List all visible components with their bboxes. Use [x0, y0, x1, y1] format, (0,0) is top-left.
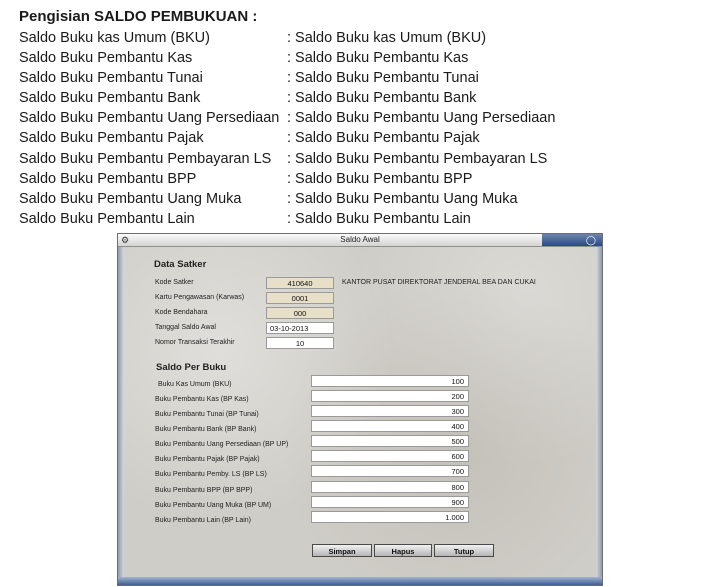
saldo-bp-bpp-input[interactable]: 800 [311, 481, 469, 493]
doc-row-label: Saldo Buku Pembantu Uang Persediaan [19, 110, 280, 127]
doc-row: Saldo Buku Pembantu Pembayaran LS : Sald… [19, 149, 699, 169]
doc-row-label: Saldo Buku Pembantu Uang Muka [19, 190, 242, 207]
saldo-bp-ls-label: Buku Pembantu Pemby. LS (BP LS) [155, 471, 267, 478]
doc-row-value: : Saldo Buku Pembantu Lain [287, 210, 471, 227]
kode-satker-label: Kode Satker [155, 279, 194, 286]
nomor-transaksi-input[interactable]: 10 [266, 337, 334, 349]
saldo-bp-bank-input[interactable]: 400 [311, 420, 469, 432]
saldo-bp-bpp-label: Buku Pembantu BPP (BP BPP) [155, 487, 253, 494]
doc-row-value: : Saldo Buku Pembantu Bank [287, 90, 477, 107]
close-icon[interactable]: ◯ [586, 234, 596, 246]
doc-row: Saldo Buku Pembantu Bank : Saldo Buku Pe… [19, 88, 699, 108]
doc-row: Saldo Buku Pembantu Uang Persediaan : Sa… [19, 108, 699, 128]
simpan-button[interactable]: Simpan [312, 544, 372, 557]
doc-row-label: Saldo Buku Pembantu BPP [19, 170, 197, 187]
doc-row-label: Saldo Buku Pembantu Pembayaran LS [19, 150, 272, 167]
kartu-pengawasan-field: 0001 [266, 292, 334, 304]
data-satker-heading: Data Satker [154, 259, 207, 270]
saldo-bp-um-input[interactable]: 900 [311, 496, 469, 508]
doc-row-value: : Saldo Buku Pembantu Tunai [287, 70, 479, 87]
saldo-bp-um-label: Buku Pembantu Uang Muka (BP UM) [155, 502, 272, 509]
saldo-per-buku-heading: Saldo Per Buku [156, 362, 227, 373]
saldo-awal-window: ⚙ Saldo Awal ◯ Data Satker Kode Satker 4… [117, 233, 603, 586]
doc-row-value: : Saldo Buku Pembantu Uang Muka [287, 190, 518, 207]
doc-row-value: : Saldo Buku kas Umum (BKU) [287, 30, 487, 46]
saldo-bp-pajak-input[interactable]: 600 [311, 450, 469, 462]
window-title: Saldo Awal [340, 235, 380, 244]
doc-row-value: : Saldo Buku Pembantu Kas [287, 50, 469, 67]
kode-bendahara-field: 000 [266, 307, 334, 319]
doc-row: Saldo Buku kas Umum (BKU) : Saldo Buku k… [19, 28, 699, 48]
window-titlebar[interactable]: ⚙ Saldo Awal ◯ [118, 234, 602, 247]
tutup-button[interactable]: Tutup [434, 544, 494, 557]
doc-row-label: Saldo Buku Pembantu Bank [19, 90, 201, 107]
doc-row: Saldo Buku Pembantu Kas : Saldo Buku Pem… [19, 48, 699, 68]
window-controls: ◯ [542, 234, 602, 246]
saldo-bp-lain-input[interactable]: 1.000 [311, 511, 469, 523]
doc-row-label: Saldo Buku Pembantu Lain [19, 210, 195, 227]
hapus-button[interactable]: Hapus [374, 544, 432, 557]
kode-satker-field: 410640 [266, 277, 334, 289]
doc-row-value: : Saldo Buku Pembantu Pembayaran LS [287, 150, 548, 167]
doc-row-value: : Saldo Buku Pembantu Uang Persediaan [287, 110, 556, 127]
nomor-transaksi-label: Nomor Transaksi Terakhir [155, 339, 235, 346]
window-right-border [596, 247, 602, 577]
saldo-bp-tunai-input[interactable]: 300 [311, 405, 469, 417]
document-section: Pengisian SALDO PEMBUKUAN : Saldo Buku k… [19, 6, 699, 229]
saldo-bp-tunai-label: Buku Pembantu Tunai (BP Tunai) [155, 411, 259, 418]
doc-row-value: : Saldo Buku Pembantu Pajak [287, 130, 480, 147]
saldo-bp-pajak-label: Buku Pembantu Pajak (BP Pajak) [155, 456, 260, 463]
doc-row: Saldo Buku Pembantu BPP : Saldo Buku Pem… [19, 169, 699, 189]
tanggal-saldo-awal-input[interactable]: 03-10-2013 [266, 322, 334, 334]
doc-row-label: Saldo Buku Pembantu Pajak [19, 130, 204, 147]
form-panel: Data Satker Kode Satker 410640 KANTOR PU… [124, 247, 596, 577]
saldo-bp-ls-input[interactable]: 700 [311, 465, 469, 477]
doc-row: Saldo Buku Pembantu Uang Muka : Saldo Bu… [19, 189, 699, 209]
document-title: Pengisian SALDO PEMBUKUAN : [19, 8, 258, 25]
saldo-bku-input[interactable]: 100 [311, 375, 469, 387]
doc-row-label: Saldo Buku Pembantu Kas [19, 50, 193, 67]
doc-row: Saldo Buku Pembantu Pajak : Saldo Buku P… [19, 128, 699, 148]
tanggal-saldo-awal-label: Tanggal Saldo Awal [155, 324, 216, 331]
saldo-bp-kas-input[interactable]: 200 [311, 390, 469, 402]
saldo-bp-bank-label: Buku Pembantu Bank (BP Bank) [155, 426, 257, 433]
saldo-bp-up-label: Buku Pembantu Uang Persediaan (BP UP) [155, 441, 289, 448]
doc-row: Saldo Buku Pembantu Tunai : Saldo Buku P… [19, 68, 699, 88]
doc-row-label: Saldo Buku Pembantu Tunai [19, 70, 203, 87]
kartu-pengawasan-label: Kartu Pengawasan (Karwas) [155, 294, 245, 301]
doc-row: Saldo Buku Pembantu Lain : Saldo Buku Pe… [19, 209, 699, 229]
nama-satker-text: KANTOR PUSAT DIREKTORAT JENDERAL BEA DAN… [342, 279, 536, 286]
saldo-bp-kas-label: Buku Pembantu Kas (BP Kas) [155, 396, 249, 403]
window-bottom-border [118, 577, 602, 585]
saldo-bp-lain-label: Buku Pembantu Lain (BP Lain) [155, 517, 251, 524]
saldo-bku-label: Buku Kas Umum (BKU) [158, 381, 232, 388]
doc-row-value: : Saldo Buku Pembantu BPP [287, 170, 473, 187]
kode-bendahara-label: Kode Bendahara [155, 309, 208, 316]
saldo-bp-up-input[interactable]: 500 [311, 435, 469, 447]
doc-row-label: Saldo Buku kas Umum (BKU) [19, 30, 210, 46]
